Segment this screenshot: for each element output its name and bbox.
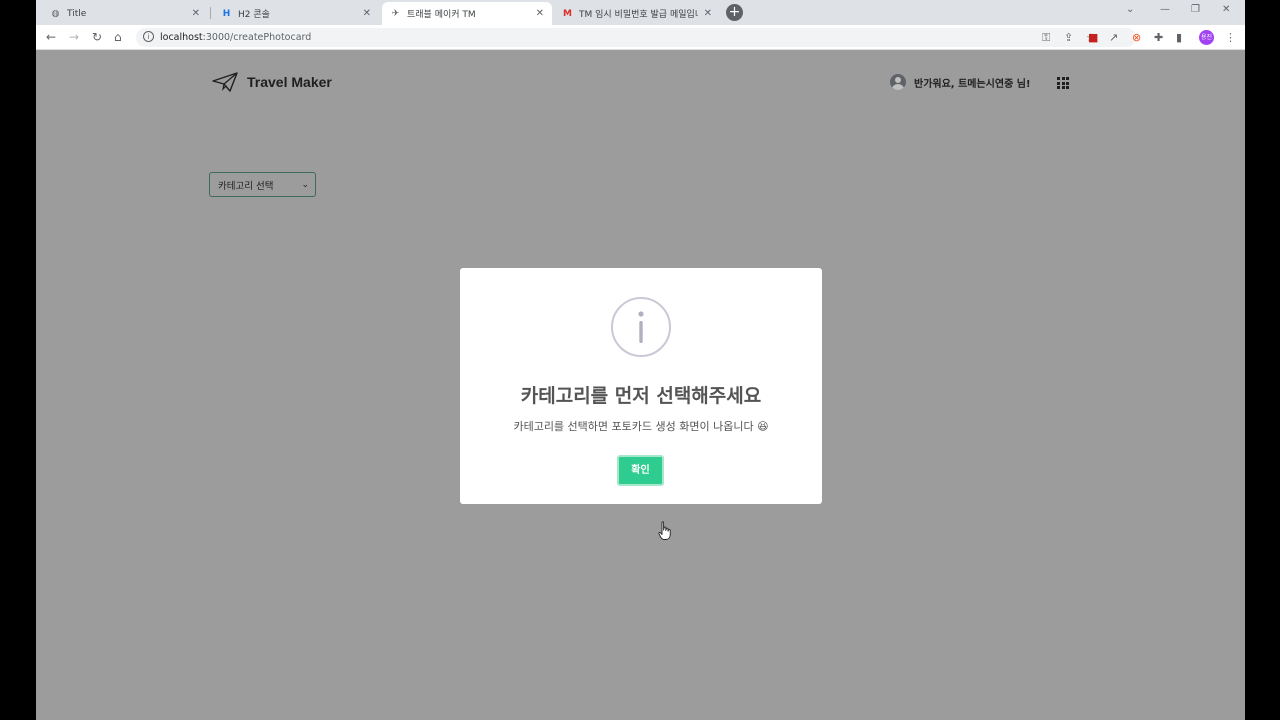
tab-separator — [210, 7, 211, 19]
browser-window: ◍ Title ✕ H H2 콘솔 ✕ ✈ 트래블 메이커 TM ✕ M TM … — [36, 0, 1245, 720]
browser-toolbar: ← → ↻ ⌂ i localhost:3000/createPhotocard… — [36, 25, 1245, 50]
more-menu-icon[interactable]: ⋮ — [1225, 31, 1236, 44]
tab-search-icon[interactable]: ⌄ — [1126, 4, 1134, 15]
extension-arrow-icon[interactable]: ↗ — [1109, 31, 1118, 44]
url-path: :3000/createPhotocard — [202, 32, 312, 43]
paper-plane-icon: ✈ — [391, 8, 400, 19]
address-bar[interactable]: i localhost:3000/createPhotocard ⚿ ⇪ ☆ — [136, 28, 1136, 47]
user-avatar-icon — [890, 74, 906, 90]
brand[interactable]: Travel Maker — [212, 72, 332, 92]
new-tab-button[interactable]: + — [726, 4, 743, 21]
extensions-puzzle-icon[interactable]: ✚ — [1154, 31, 1163, 44]
extension-red-icon[interactable]: ■ — [1088, 31, 1098, 44]
share-icon[interactable]: ⇪ — [1064, 31, 1073, 44]
close-icon[interactable]: ✕ — [704, 8, 712, 19]
tab-gmail[interactable]: M TM 임시 비밀번호 발급 메일입니 ✕ — [554, 2, 720, 25]
h2-icon: H — [222, 8, 231, 19]
tab-title[interactable]: ◍ Title ✕ — [42, 2, 208, 25]
site-info-icon[interactable]: i — [143, 31, 154, 42]
tab-label: H2 콘솔 — [238, 10, 270, 20]
user-greeting: 반가워요, 트메는시연중 님! — [914, 78, 1031, 90]
extension-orange-icon[interactable]: ⊗ — [1132, 31, 1141, 44]
paper-plane-icon — [212, 72, 238, 92]
category-select[interactable]: 카테고리 선택 ⌄ — [209, 172, 316, 197]
info-icon — [611, 297, 671, 357]
tab-h2-console[interactable]: H H2 콘솔 ✕ — [213, 2, 379, 25]
user-area[interactable]: 반가워요, 트메는시연중 님! — [890, 74, 1031, 90]
alert-modal: 카테고리를 먼저 선택해주세요 카테고리를 선택하면 포토카드 생성 화면이 나… — [460, 268, 822, 504]
restore-icon[interactable]: ❐ — [1191, 4, 1200, 15]
tab-travel-maker[interactable]: ✈ 트래블 메이커 TM ✕ — [382, 2, 552, 25]
globe-icon: ◍ — [51, 8, 60, 19]
brand-name: Travel Maker — [247, 74, 332, 90]
page-content: Travel Maker 반가워요, 트메는시연중 님! 카테고리 선택 ⌄ 카… — [36, 51, 1245, 720]
gmail-icon: M — [563, 8, 572, 19]
app-grid-menu-icon[interactable] — [1057, 77, 1069, 89]
back-icon[interactable]: ← — [46, 30, 56, 44]
reload-icon[interactable]: ↻ — [92, 30, 102, 44]
chevron-down-icon: ⌄ — [301, 179, 309, 190]
url-host: localhost — [160, 32, 203, 43]
tab-strip: ◍ Title ✕ H H2 콘솔 ✕ ✈ 트래블 메이커 TM ✕ M TM … — [36, 0, 1245, 25]
close-icon[interactable]: ✕ — [536, 8, 544, 19]
url-text: localhost:3000/createPhotocard — [160, 32, 311, 43]
close-icon[interactable]: ✕ — [363, 8, 371, 19]
close-icon[interactable]: ✕ — [192, 8, 200, 19]
tab-label: 트래블 메이커 TM — [407, 10, 476, 20]
minimize-icon[interactable]: — — [1160, 4, 1170, 15]
home-icon[interactable]: ⌂ — [114, 30, 122, 44]
profile-avatar[interactable]: 용진 — [1199, 30, 1214, 45]
side-panel-icon[interactable]: ▮ — [1176, 31, 1182, 44]
confirm-button[interactable]: 확인 — [617, 455, 664, 486]
hand-cursor-icon — [658, 521, 671, 540]
category-select-value: 카테고리 선택 — [218, 180, 274, 192]
modal-title: 카테고리를 먼저 선택해주세요 — [520, 385, 762, 407]
modal-message: 카테고리를 선택하면 포토카드 생성 화면이 나옵니다 😆 — [513, 420, 769, 433]
tab-label: TM 임시 비밀번호 발급 메일입니 — [579, 10, 698, 20]
tab-label: Title — [67, 8, 87, 19]
forward-icon[interactable]: → — [69, 30, 79, 44]
key-icon[interactable]: ⚿ — [1042, 31, 1050, 45]
close-window-icon[interactable]: ✕ — [1222, 4, 1230, 15]
